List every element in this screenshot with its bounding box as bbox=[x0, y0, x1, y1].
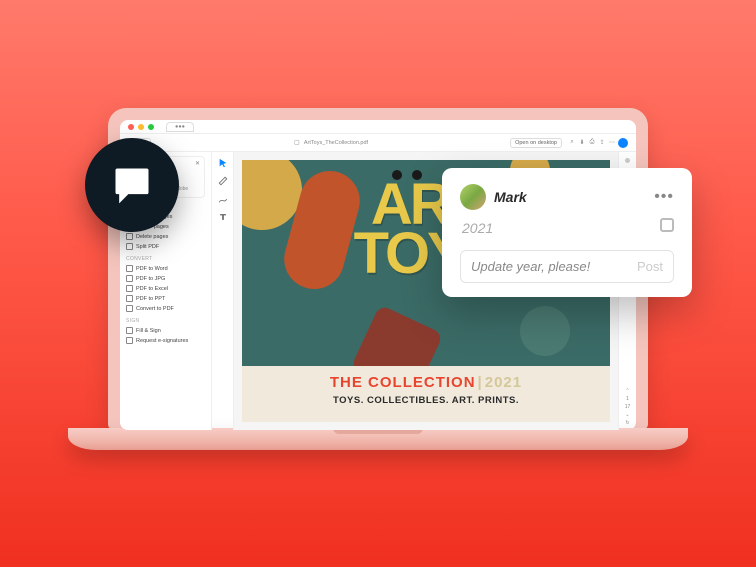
close-panel-icon[interactable]: ✕ bbox=[195, 160, 200, 167]
text-tool-icon[interactable] bbox=[218, 212, 228, 222]
share-icon[interactable]: ⇪ bbox=[598, 139, 606, 147]
excel-icon bbox=[126, 285, 133, 292]
ppt-icon bbox=[126, 295, 133, 302]
resolve-checkbox[interactable] bbox=[660, 218, 674, 232]
download-icon[interactable]: ⬇ bbox=[578, 139, 586, 147]
laptop-base bbox=[68, 428, 688, 450]
sidebar-item-pdf-to-excel[interactable]: PDF to Excel bbox=[126, 284, 205, 294]
comment-author-avatar[interactable] bbox=[460, 184, 486, 210]
search-icon[interactable]: ⌕ bbox=[568, 139, 576, 147]
close-window-dot[interactable] bbox=[128, 124, 134, 130]
draw-tool-icon[interactable] bbox=[218, 194, 228, 204]
highlight-tool-icon[interactable] bbox=[218, 176, 228, 186]
section-sign-label: SIGN bbox=[126, 318, 205, 324]
sidebar-item-pdf-to-word[interactable]: PDF to Word bbox=[126, 264, 205, 274]
split-icon bbox=[126, 243, 133, 250]
cover-footer: THE COLLECTION|2021 TOYS. COLLECTIBLES. … bbox=[242, 366, 610, 422]
rail-icon-1[interactable] bbox=[625, 158, 630, 163]
request-icon bbox=[126, 337, 133, 344]
sidebar-item-fill-sign[interactable]: Fill & Sign bbox=[126, 326, 205, 336]
comment-author-name: Mark bbox=[494, 189, 527, 205]
comment-header: Mark ••• bbox=[460, 184, 674, 210]
document-title-text: ArtToys_TheCollection.pdf bbox=[304, 140, 368, 146]
word-icon bbox=[126, 265, 133, 272]
jpg-icon bbox=[126, 275, 133, 282]
sidebar-item-convert-to-pdf[interactable]: Convert to PDF bbox=[126, 304, 205, 314]
print-icon[interactable]: ⎙ bbox=[588, 139, 596, 147]
file-icon: ▢ bbox=[293, 139, 301, 147]
sign-icon bbox=[126, 327, 133, 334]
sidebar-item-request-signatures[interactable]: Request e-signatures bbox=[126, 336, 205, 346]
page-indicator: ⌃ 1 17 ⌄ ↻ bbox=[625, 384, 631, 430]
vertical-toolbar bbox=[212, 152, 234, 430]
comment-input-row: Update year, please! Post bbox=[460, 250, 674, 283]
minimize-window-dot[interactable] bbox=[138, 124, 144, 130]
comment-input[interactable]: Update year, please! bbox=[471, 259, 637, 274]
comment-quoted-text: 2021 bbox=[462, 220, 674, 236]
comment-popover: Mark ••• 2021 Update year, please! Post bbox=[442, 168, 692, 297]
sidebar-item-pdf-to-jpg[interactable]: PDF to JPG bbox=[126, 274, 205, 284]
chevron-down-icon[interactable]: ⌄ bbox=[625, 412, 629, 418]
comment-feature-badge bbox=[85, 138, 179, 232]
delete-icon bbox=[126, 233, 133, 240]
sidebar-item-pdf-to-ppt[interactable]: PDF to PPT bbox=[126, 294, 205, 304]
maximize-window-dot[interactable] bbox=[148, 124, 154, 130]
account-avatar[interactable] bbox=[618, 138, 628, 148]
toolbar-actions: ⌕ ⬇ ⎙ ⇪ ⋯ bbox=[568, 138, 628, 148]
sidebar-item-delete-pages[interactable]: Delete pages bbox=[126, 232, 205, 242]
refresh-icon[interactable]: ↻ bbox=[625, 420, 629, 426]
open-on-desktop-button[interactable]: Open on desktop bbox=[510, 138, 562, 148]
sidebar-item-split-pdf[interactable]: Split PDF bbox=[126, 242, 205, 252]
comment-menu-icon[interactable]: ••• bbox=[654, 188, 674, 206]
pdf-icon bbox=[126, 305, 133, 312]
cursor-tool-icon[interactable] bbox=[218, 158, 228, 168]
collection-heading: THE COLLECTION|2021 bbox=[242, 374, 610, 391]
browser-tab[interactable]: ●●● bbox=[166, 122, 194, 132]
more-icon[interactable]: ⋯ bbox=[608, 139, 616, 147]
post-comment-button[interactable]: Post bbox=[637, 259, 663, 274]
chevron-up-icon[interactable]: ⌃ bbox=[625, 388, 629, 394]
section-convert-label: CONVERT bbox=[126, 256, 205, 262]
window-titlebar: ●●● bbox=[120, 120, 636, 134]
app-toolbar: Tools ▢ ArtToys_TheCollection.pdf Open o… bbox=[120, 134, 636, 152]
document-title: ▢ ArtToys_TheCollection.pdf bbox=[157, 139, 504, 147]
chat-bubble-icon bbox=[110, 163, 154, 207]
cover-tagline: TOYS. COLLECTIBLES. ART. PRINTS. bbox=[242, 395, 610, 406]
